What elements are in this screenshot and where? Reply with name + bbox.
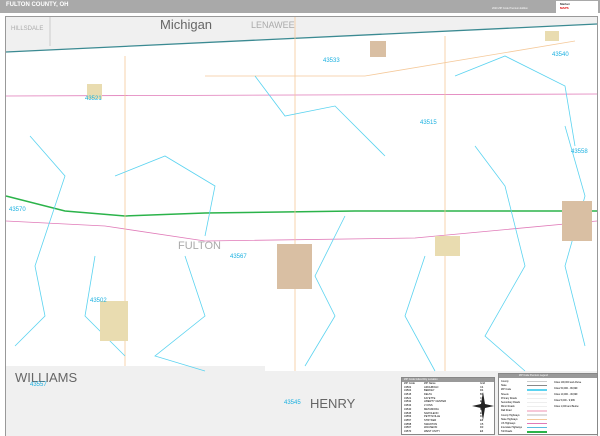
legend-item: County Highways bbox=[501, 414, 547, 417]
legend-swatch bbox=[527, 389, 547, 391]
legend-label: ZIP Code bbox=[501, 388, 512, 392]
legend-item: Primary Roads bbox=[501, 397, 547, 400]
legend-swatch bbox=[527, 426, 547, 429]
city-lyons bbox=[370, 41, 386, 57]
county-label: LENAWEE bbox=[251, 20, 295, 30]
legend-swatch bbox=[527, 401, 547, 404]
county-label: HENRY bbox=[310, 396, 356, 411]
zip-label: 43545 bbox=[284, 400, 301, 406]
city-swanton bbox=[562, 201, 592, 241]
header-bar: FULTON COUNTY, OH 2020 ZIP Code Premium … bbox=[0, 0, 600, 13]
legend-item: Toll Roads bbox=[501, 430, 547, 433]
publisher-logo: Market MAPS bbox=[556, 1, 598, 13]
legend-swatch bbox=[527, 393, 547, 395]
legend-item: Interstate Highways bbox=[501, 426, 547, 429]
legend-label: Streets bbox=[501, 392, 509, 396]
legend-city-size: Cities 5,000 - 9,999 bbox=[554, 399, 575, 402]
legend-item: Rail Road bbox=[501, 409, 547, 412]
legend-swatch bbox=[527, 397, 547, 400]
legend-city-size: Cities 50,000 - 99,999 bbox=[554, 387, 578, 390]
logo-text: MAPS bbox=[560, 6, 569, 10]
map-legend: ZIP Code Premium Legend County State ZIP C… bbox=[498, 373, 598, 435]
legend-swatch bbox=[527, 414, 547, 416]
city-wauseon bbox=[277, 244, 312, 289]
legend-city-size: Cities 1,000 and Below bbox=[554, 405, 579, 408]
legend-swatch bbox=[527, 384, 547, 387]
legend-swatch bbox=[527, 422, 547, 425]
city-archbold bbox=[100, 301, 128, 341]
zip-label: 43570 bbox=[9, 207, 26, 213]
zip-label: 43515 bbox=[420, 120, 437, 126]
compass-rose-icon bbox=[472, 392, 494, 420]
city-delta bbox=[435, 236, 460, 256]
legend-label: Toll Roads bbox=[501, 430, 513, 434]
legend-swatch bbox=[527, 380, 547, 383]
zip-label: 43521 bbox=[85, 96, 102, 102]
legend-item: ZIP Code bbox=[501, 388, 547, 391]
legend-item: US Highways bbox=[501, 422, 547, 425]
zip-label: 43540 bbox=[552, 52, 569, 58]
table-cell: E6 bbox=[480, 429, 484, 433]
edition-label: 2020 ZIP Code Premium Edition bbox=[492, 7, 528, 10]
map-title: FULTON COUNTY, OH bbox=[6, 2, 69, 8]
city-metamora bbox=[545, 31, 559, 41]
legend-label: Interstate Highways bbox=[501, 426, 522, 430]
legend-swatch bbox=[527, 405, 547, 408]
legend-label: County Highways bbox=[501, 413, 520, 417]
county-label: FULTON bbox=[178, 240, 221, 252]
county-label: HILLSDALE bbox=[11, 26, 44, 32]
zip-label: 43558 bbox=[571, 149, 588, 155]
legend-swatch bbox=[527, 431, 547, 433]
legend-city-size: Cities 100,000 and Above bbox=[554, 381, 582, 384]
legend-label: Secondary Roads bbox=[501, 401, 521, 404]
legend-item: County bbox=[501, 380, 547, 383]
legend-label: State bbox=[501, 384, 507, 388]
legend-title: ZIP Code Premium Legend bbox=[499, 374, 597, 378]
state-label: Michigan bbox=[160, 17, 213, 32]
legend-label: Minor Roads bbox=[501, 405, 515, 409]
legend-item: Streets bbox=[501, 393, 547, 396]
zip-label: 43557 bbox=[30, 382, 47, 388]
legend-label: US Highways bbox=[501, 422, 516, 425]
zip-label: 43567 bbox=[230, 254, 247, 260]
legend-item: Secondary Roads bbox=[501, 401, 547, 404]
zip-label: 43533 bbox=[323, 58, 340, 64]
table-row: 43570 WEST UNITY E6 bbox=[402, 430, 494, 434]
table-cell: WEST UNITY bbox=[424, 429, 440, 433]
table-cell: 43570 bbox=[404, 429, 412, 433]
zip-label: 43502 bbox=[90, 298, 107, 304]
legend-label: Primary Roads bbox=[501, 396, 517, 400]
legend-label: Rail Road bbox=[501, 409, 512, 413]
legend-label: State Highways bbox=[501, 417, 518, 421]
legend-city-size: Cities 10,000 - 49,999 bbox=[554, 393, 578, 396]
legend-item: Minor Roads bbox=[501, 405, 547, 408]
legend-swatch bbox=[527, 418, 547, 421]
legend-item: State bbox=[501, 384, 547, 387]
legend-label: County bbox=[501, 380, 509, 383]
legend-item: State Highways bbox=[501, 418, 547, 421]
legend-swatch bbox=[527, 410, 547, 412]
